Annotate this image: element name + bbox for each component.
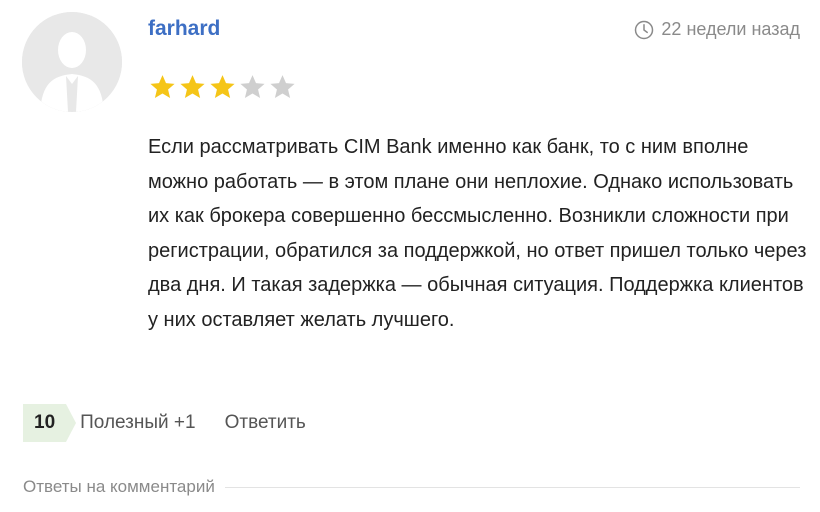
author-name-link[interactable]: farhard	[148, 17, 220, 41]
helpful-score-badge: 10	[23, 404, 77, 442]
user-silhouette-icon	[22, 12, 122, 112]
replies-section-header: Ответы на комментарий	[23, 477, 800, 497]
rating-stars	[148, 73, 297, 102]
timestamp-text: 22 недели назад	[661, 19, 800, 39]
star-empty-icon	[240, 75, 265, 99]
star-filled-icon	[180, 75, 205, 99]
avatar[interactable]	[22, 12, 122, 112]
reply-button[interactable]: Ответить	[225, 412, 306, 434]
divider	[224, 486, 800, 488]
star-filled-icon	[210, 75, 235, 99]
clock-icon	[635, 20, 654, 39]
star-empty-icon	[270, 75, 295, 99]
comment-text: Если рассматривать CIM Bank именно как б…	[148, 136, 807, 331]
replies-label: Ответы на комментарий	[23, 477, 215, 496]
comment-timestamp: 22 недели назад	[634, 19, 800, 40]
star-filled-icon	[150, 75, 175, 99]
helpful-button[interactable]: Полезный +1	[80, 412, 195, 434]
comment-actions: 10 Полезный +1 Ответить	[23, 404, 306, 442]
